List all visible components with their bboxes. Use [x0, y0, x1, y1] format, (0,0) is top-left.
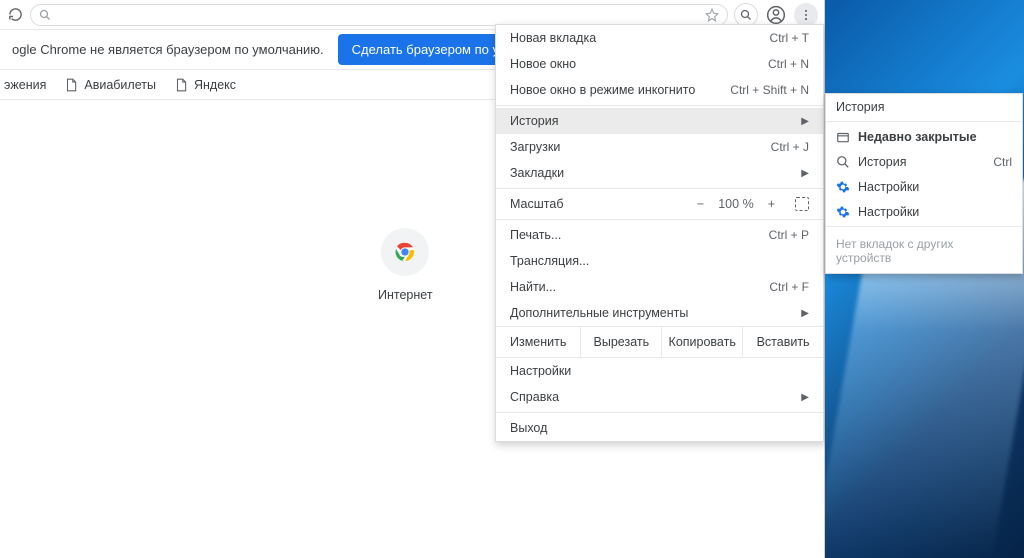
- bookmark-item[interactable]: Яндекс: [174, 78, 236, 92]
- toolbar-search-icon[interactable]: [734, 3, 758, 27]
- chevron-right-icon: ▶: [801, 116, 809, 127]
- omnibox[interactable]: [30, 4, 728, 26]
- menu-button[interactable]: [794, 3, 818, 27]
- chevron-right-icon: ▶: [801, 168, 809, 179]
- chevron-right-icon: ▶: [801, 308, 809, 319]
- menu-edit-row: Изменить Вырезать Копировать Вставить: [496, 326, 823, 358]
- bookmark-star-icon[interactable]: [705, 8, 719, 22]
- menu-history[interactable]: История ▶: [496, 108, 823, 134]
- gear-icon: [836, 180, 850, 194]
- shortcut-label: Интернет: [378, 288, 433, 302]
- submenu-history[interactable]: История: [826, 94, 1022, 119]
- bookmark-label: Авиабилеты: [84, 78, 156, 92]
- menu-more-tools[interactable]: Дополнительные инструменты ▶: [496, 300, 823, 326]
- menu-incognito[interactable]: Новое окно в режиме инкогнито Ctrl + Shi…: [496, 77, 823, 103]
- ntp-shortcut[interactable]: Интернет: [378, 228, 433, 302]
- menu-print[interactable]: Печать... Ctrl + P: [496, 222, 823, 248]
- chrome-main-menu: Новая вкладка Ctrl + T Новое окно Ctrl +…: [495, 24, 824, 442]
- chevron-right-icon: ▶: [801, 392, 809, 403]
- browser-window: ogle Chrome не является браузером по умо…: [0, 0, 825, 558]
- search-icon: [39, 9, 51, 21]
- fullscreen-icon[interactable]: [795, 197, 809, 211]
- edit-label: Изменить: [496, 327, 581, 357]
- page-icon: [64, 78, 78, 92]
- menu-new-tab[interactable]: Новая вкладка Ctrl + T: [496, 25, 823, 51]
- menu-new-window[interactable]: Новое окно Ctrl + N: [496, 51, 823, 77]
- profile-icon[interactable]: [764, 3, 788, 27]
- windows-desktop: [825, 0, 1024, 558]
- menu-zoom: Масштаб − 100 % +: [496, 191, 823, 217]
- bookmark-item[interactable]: Авиабилеты: [64, 78, 156, 92]
- submenu-item[interactable]: Настройки: [826, 174, 1022, 199]
- zoom-out-button[interactable]: −: [697, 197, 704, 211]
- infobar-message: ogle Chrome не является браузером по умо…: [12, 42, 324, 57]
- copy-button[interactable]: Копировать: [662, 327, 743, 357]
- menu-help[interactable]: Справка ▶: [496, 384, 823, 410]
- shortcut-circle: [381, 228, 429, 276]
- submenu-item[interactable]: История Ctrl: [826, 149, 1022, 174]
- cut-button[interactable]: Вырезать: [581, 327, 662, 357]
- zoom-in-button[interactable]: +: [768, 197, 775, 211]
- menu-settings[interactable]: Настройки: [496, 358, 823, 384]
- zoom-value: 100 %: [718, 197, 753, 211]
- menu-cast[interactable]: Трансляция...: [496, 248, 823, 274]
- submenu-recently-closed: Недавно закрытые: [826, 124, 1022, 149]
- page-icon: [174, 78, 188, 92]
- gear-icon: [836, 205, 850, 219]
- reload-button[interactable]: [6, 6, 24, 24]
- bookmark-label: эжения: [4, 78, 46, 92]
- search-icon: [836, 155, 850, 169]
- menu-find[interactable]: Найти... Ctrl + F: [496, 274, 823, 300]
- chrome-icon: [394, 241, 416, 263]
- submenu-item[interactable]: Настройки: [826, 199, 1022, 224]
- bookmark-item[interactable]: эжения: [4, 78, 46, 92]
- menu-downloads[interactable]: Загрузки Ctrl + J: [496, 134, 823, 160]
- submenu-footer: Нет вкладок с других устройств: [826, 229, 1022, 273]
- history-submenu: История Недавно закрытые История Ctrl На…: [825, 93, 1023, 274]
- menu-bookmarks[interactable]: Закладки ▶: [496, 160, 823, 186]
- paste-button[interactable]: Вставить: [743, 327, 823, 357]
- menu-exit[interactable]: Выход: [496, 415, 823, 441]
- tab-icon: [836, 130, 850, 144]
- bookmark-label: Яндекс: [194, 78, 236, 92]
